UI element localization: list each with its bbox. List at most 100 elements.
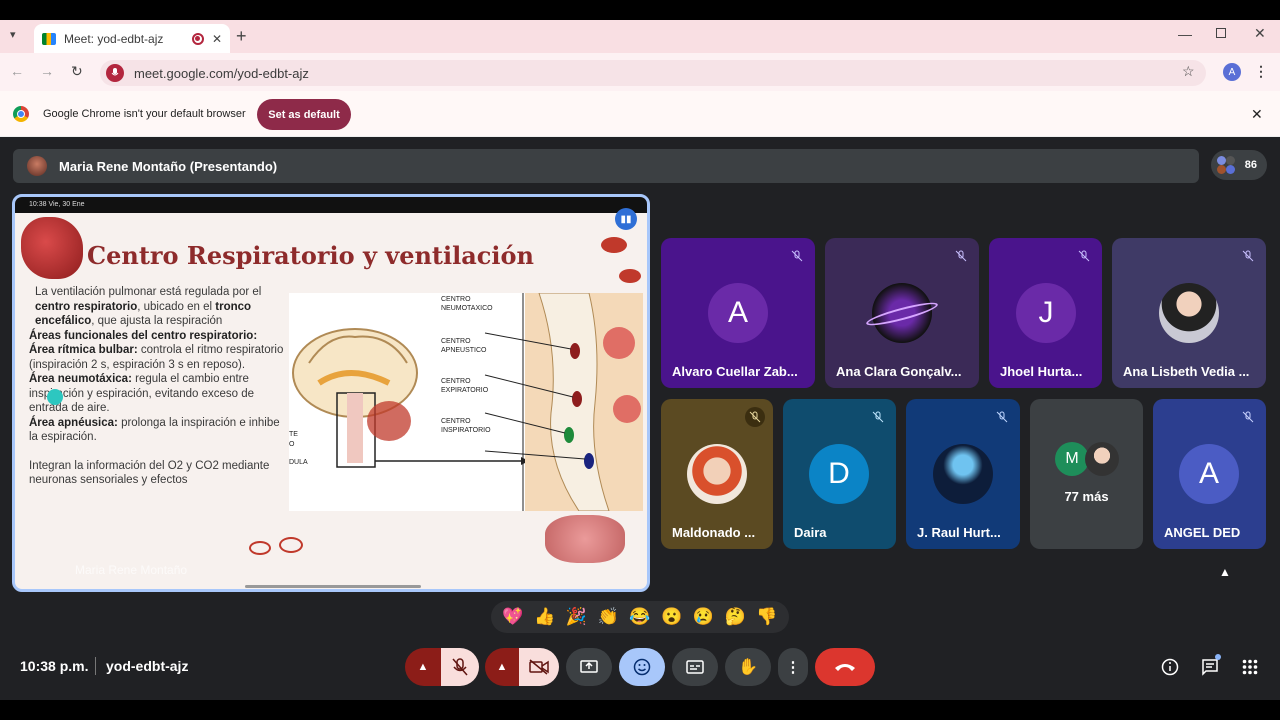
participants-avatars-icon (1217, 156, 1235, 174)
captions-icon (686, 660, 704, 674)
participant-name: Maldonado ... (672, 525, 756, 540)
bookmark-star-icon[interactable]: ☆ (1182, 63, 1195, 80)
new-tab-icon[interactable]: + (236, 26, 247, 47)
reaction-clap[interactable]: 👏 (598, 607, 619, 627)
reaction-thumbs-down[interactable]: 👎 (756, 607, 777, 627)
screen: ▾ Meet: yod-edbt-ajz ✕ + — ✕ ← → ↻ meet.… (0, 0, 1280, 720)
reaction-thumbs-up[interactable]: 👍 (534, 607, 555, 627)
diagram-left-label: O (289, 441, 295, 448)
close-window-icon[interactable]: ✕ (1254, 25, 1266, 42)
meeting-info-icon[interactable] (1159, 656, 1181, 678)
diagram-left-label: DULA (289, 459, 308, 466)
participant-name: ANGEL DED (1164, 525, 1241, 540)
participant-tile[interactable]: Ana Clara Gonçalv... (825, 238, 979, 388)
blood-cell-decoration (249, 541, 271, 555)
restore-icon[interactable] (1216, 28, 1226, 38)
diagram-label-expiratorio: CENTRO EXPIRATORIO (441, 378, 489, 394)
more-avatar-m: M (1055, 442, 1089, 476)
reaction-sad[interactable]: 😢 (693, 607, 714, 627)
more-participants-tile[interactable]: M 77 más (1030, 399, 1143, 549)
mic-off-icon (745, 407, 765, 427)
video-options-button[interactable]: ▲ (485, 648, 519, 686)
hand-icon: ✋ (738, 659, 758, 676)
participant-tile[interactable]: A Alvaro Cuellar Zab... (661, 238, 815, 388)
mic-off-icon (951, 246, 971, 266)
url-text: meet.google.com/yod-edbt-ajz (134, 65, 309, 81)
default-browser-infobar: Google Chrome isn't your default browser… (0, 91, 1280, 137)
presenter-avatar (27, 156, 47, 176)
reaction-surprised[interactable]: 😮 (661, 607, 682, 627)
chevron-up-icon: ▲ (417, 661, 429, 673)
participant-name: Jhoel Hurta... (1000, 364, 1083, 379)
address-bar[interactable]: meet.google.com/yod-edbt-ajz (100, 60, 1206, 86)
minimize-icon[interactable]: — (1178, 26, 1192, 42)
blood-cell-decoration (619, 269, 641, 283)
emoji-reactions-button[interactable] (619, 648, 665, 686)
leave-call-button[interactable] (815, 648, 875, 686)
tile-handle (245, 585, 421, 588)
mouse-cursor-icon: ▲ (1219, 565, 1231, 579)
activities-grid-icon[interactable] (1239, 656, 1261, 678)
mic-in-use-icon[interactable] (106, 64, 124, 82)
close-tab-icon[interactable]: ✕ (212, 32, 222, 46)
diagram-label-apneustico: CENTRO APNEUSTICO (441, 338, 487, 354)
present-screen-button[interactable] (566, 648, 612, 686)
more-options-button[interactable]: ⋮ (778, 648, 808, 686)
participant-tile[interactable]: J Jhoel Hurta... (989, 238, 1102, 388)
participant-tile[interactable]: Maldonado ... (661, 399, 773, 549)
tab-title: Meet: yod-edbt-ajz (64, 31, 164, 46)
mic-toggle-button[interactable] (441, 648, 479, 686)
participant-avatar (933, 444, 993, 504)
footer-text: Integran la información del O2 y CO2 med… (29, 459, 270, 487)
participant-tile[interactable]: Ana Lisbeth Vedia ... (1112, 238, 1266, 388)
participant-name: Ana Lisbeth Vedia ... (1123, 364, 1250, 379)
participant-avatar: A (1179, 444, 1239, 504)
heart-decoration (21, 217, 83, 279)
participant-name: J. Raul Hurt... (917, 525, 1001, 540)
chat-icon[interactable] (1199, 654, 1221, 678)
presenting-banner: Maria Rene Montaño (Presentando) (13, 149, 1199, 183)
camera-toggle-button[interactable] (519, 648, 559, 686)
more-count: 77 más (1064, 489, 1109, 504)
toolbar: ← → ↻ meet.google.com/yod-edbt-ajz ☆ A ⋮ (0, 53, 1280, 91)
area2-label: Área neumotáxica: (29, 373, 132, 385)
participant-tile[interactable]: J. Raul Hurt... (906, 399, 1020, 549)
mic-off-icon (1238, 246, 1258, 266)
area3-label: Área apnéusica: (29, 416, 118, 429)
infobar-text: Google Chrome isn't your default browser (43, 108, 246, 120)
raise-hand-button[interactable]: ✋ (725, 648, 771, 686)
back-icon[interactable]: ← (10, 63, 24, 79)
camera-off-icon (529, 659, 549, 675)
blood-cell-decoration (601, 237, 627, 253)
presentation-tile[interactable]: 10:38 Vie, 30 Ene ▮▮ Centro Respiratorio… (12, 194, 650, 592)
set-default-button[interactable]: Set as default (257, 99, 351, 130)
profile-avatar[interactable]: A (1223, 63, 1241, 81)
tab-meet[interactable]: Meet: yod-edbt-ajz ✕ (34, 24, 230, 53)
reaction-thinking[interactable]: 🤔 (725, 607, 746, 627)
participant-name: Ana Clara Gonçalv... (836, 364, 962, 379)
reaction-party[interactable]: 🎉 (566, 607, 587, 627)
participant-tile[interactable]: D Daira (783, 399, 896, 549)
close-infobar-icon[interactable]: ✕ (1251, 106, 1263, 123)
meeting-clock: 10:38 p.m. (20, 658, 89, 674)
device-status-bar: 10:38 Vie, 30 Ene (15, 197, 647, 213)
area1-label: Área rítmica bulbar: (29, 344, 138, 356)
reaction-laugh[interactable]: 😂 (629, 607, 650, 627)
present-screen-icon (580, 660, 598, 673)
captions-button[interactable] (672, 648, 718, 686)
forward-icon[interactable]: → (40, 63, 54, 79)
participant-tile[interactable]: A ANGEL DED (1153, 399, 1266, 549)
chrome-logo-icon (13, 106, 29, 122)
participants-button[interactable]: 86 (1211, 150, 1267, 180)
tab-search-icon[interactable]: ▾ (10, 28, 16, 41)
reaction-heart[interactable]: 💖 (502, 607, 523, 627)
participant-avatar: A (708, 283, 768, 343)
menu-kebab-icon[interactable]: ⋮ (1254, 63, 1268, 80)
areas-heading: Áreas funcionales del centro respiratori… (29, 329, 258, 342)
reload-icon[interactable]: ↻ (71, 63, 83, 80)
audio-options-button[interactable]: ▲ (405, 648, 441, 686)
emoji-icon (633, 658, 651, 676)
para1-a: La ventilación pulmonar está regulada po… (35, 286, 262, 298)
brain-diagram: CENTRO NEUMOTAXICO CENTRO APNEUSTICO CEN… (289, 292, 643, 512)
meet-favicon-icon (42, 32, 56, 45)
